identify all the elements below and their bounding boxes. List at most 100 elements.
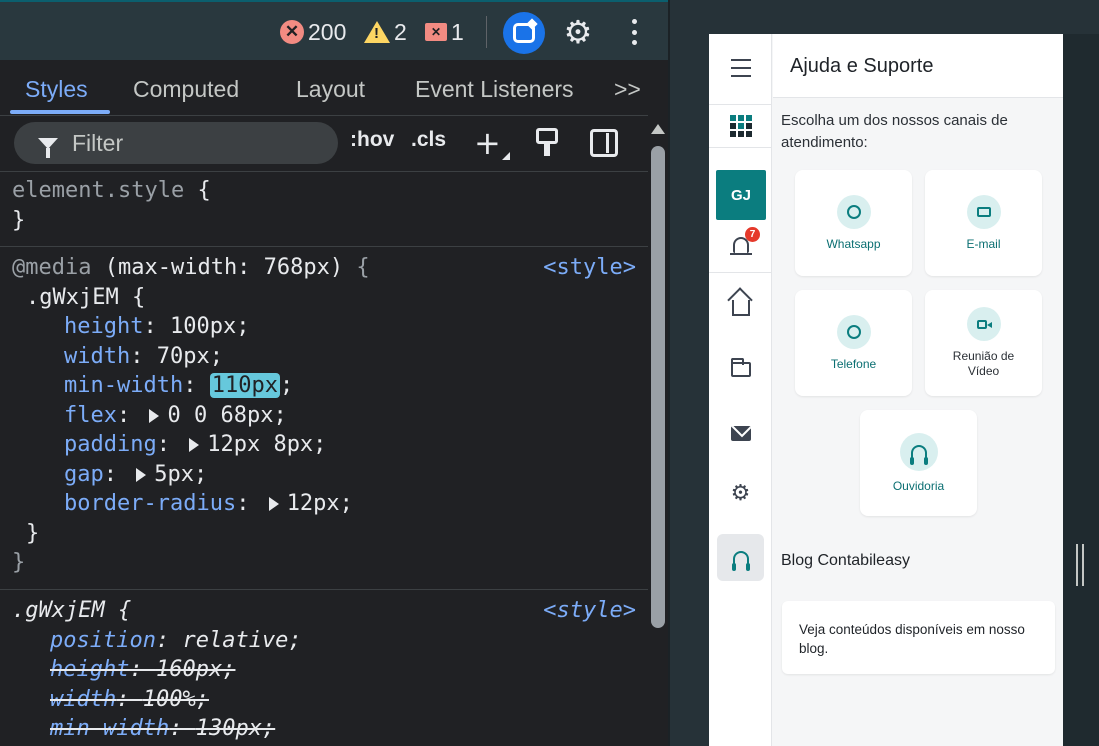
resize-handle[interactable] (1076, 544, 1084, 586)
property-name[interactable]: padding (64, 432, 157, 457)
declaration-row[interactable]: gap: 5px; (12, 460, 648, 490)
settings-gear-icon[interactable]: ⚙ (709, 478, 772, 508)
property-name[interactable]: gap (64, 462, 104, 487)
avatar[interactable]: GJ (716, 170, 766, 220)
devtools-panel: ✕ 200 2 ✕ 1 ⚙ Styles Computed Layout Eve… (0, 0, 668, 746)
channel-label: E-mail (966, 236, 1001, 251)
property-value[interactable]: 160px; (156, 657, 235, 682)
property-name[interactable]: height (50, 657, 129, 682)
property-value[interactable]: relative; (182, 628, 301, 653)
declaration-row[interactable]: min-width: 110px; (12, 371, 648, 401)
ai-assistance-button[interactable] (503, 12, 545, 54)
notification-badge: 7 (745, 227, 760, 242)
tab-styles[interactable]: Styles (25, 60, 88, 116)
property-value[interactable]: 12px 8px; (207, 432, 326, 457)
warnings-counter[interactable]: 2 (364, 16, 407, 48)
channel-card-whatsapp[interactable]: Whatsapp (795, 170, 912, 276)
toggle-sidebar-icon[interactable] (590, 129, 618, 157)
new-style-rule-button[interactable]: + (474, 126, 510, 160)
tab-event-listeners[interactable]: Event Listeners (415, 60, 574, 116)
declaration-row[interactable]: padding: 12px 8px; (12, 430, 648, 460)
brace-close: } (12, 550, 26, 575)
property-value[interactable]: 5px; (154, 462, 207, 487)
notifications-bell-icon[interactable] (709, 230, 772, 260)
expand-triangle-icon[interactable] (149, 408, 160, 423)
filter-funnel-icon (38, 137, 58, 158)
property-value-editing[interactable]: 110px (209, 373, 280, 398)
scrollbar-thumb[interactable] (651, 146, 665, 628)
media-at-keyword: @media (12, 255, 92, 280)
declaration-row-overridden[interactable]: min-width: 130px; (12, 714, 648, 744)
toolbar-divider (486, 16, 487, 48)
expand-triangle-icon[interactable] (136, 467, 147, 482)
property-name[interactable]: height (64, 314, 143, 339)
property-name[interactable]: width (50, 687, 116, 712)
channel-card-video[interactable]: Reunião de Vídeo (925, 290, 1042, 396)
property-value[interactable]: 100px; (170, 314, 249, 339)
hamburger-menu-icon[interactable] (709, 48, 772, 88)
rule-selector[interactable]: .gWxjEM (12, 598, 105, 623)
property-name[interactable]: border-radius (64, 491, 236, 516)
property-value[interactable]: 0 0 68px; (167, 403, 286, 428)
brand-logo-icon[interactable] (709, 104, 772, 148)
style-source-link[interactable]: <style> (543, 596, 636, 626)
tab-computed[interactable]: Computed (133, 60, 239, 116)
email-icon (966, 194, 1001, 229)
style-source-link[interactable]: <style> (543, 253, 636, 283)
folder-icon[interactable] (709, 354, 772, 384)
brace-open: { (356, 255, 370, 280)
channel-card-email[interactable]: E-mail (925, 170, 1042, 276)
blog-section-title: Blog Contabileasy (781, 552, 910, 569)
declaration-row[interactable]: border-radius: 12px; (12, 489, 648, 519)
more-options-icon[interactable] (624, 16, 644, 48)
styles-scrollbar[interactable] (648, 116, 668, 746)
declaration-row[interactable]: height: 100px; (12, 312, 648, 342)
scroll-up-arrow-icon[interactable] (651, 124, 665, 134)
property-name[interactable]: min-width (64, 373, 183, 398)
cls-toggle[interactable]: .cls (411, 128, 446, 152)
property-value[interactable]: 12px; (287, 491, 353, 516)
declaration-row[interactable]: position: relative; (12, 626, 648, 656)
issues-counter[interactable]: ✕ 1 (425, 16, 464, 48)
whatsapp-icon (836, 194, 871, 229)
declaration-row[interactable]: width: 70px; (12, 342, 648, 372)
brace-close: } (12, 207, 26, 233)
styles-toolbar: :hov .cls + (0, 116, 648, 172)
brace-open: { (131, 284, 146, 310)
property-name[interactable]: width (64, 344, 130, 369)
property-name[interactable]: flex (64, 403, 117, 428)
home-icon[interactable] (709, 290, 772, 320)
mail-icon[interactable] (709, 418, 772, 448)
errors-counter[interactable]: ✕ 200 (280, 16, 346, 48)
expand-triangle-icon[interactable] (189, 438, 200, 452)
channel-card-phone[interactable]: Telefone (795, 290, 912, 396)
phone-icon (836, 314, 871, 349)
devtools-topbar: ✕ 200 2 ✕ 1 ⚙ (0, 0, 668, 60)
expand-triangle-icon[interactable] (268, 497, 279, 511)
tab-layout[interactable]: Layout (296, 60, 365, 116)
channel-card-ouvidoria[interactable]: Ouvidoria (860, 410, 977, 516)
property-value[interactable]: 70px; (157, 344, 223, 369)
declaration-row-overridden[interactable]: height: 160px; (12, 655, 648, 685)
headset-icon (899, 432, 938, 471)
property-name[interactable]: min-width (50, 716, 169, 741)
app-sidebar: GJ 7 ⚙ (709, 34, 772, 746)
hov-toggle[interactable]: :hov (350, 128, 394, 152)
declaration-row[interactable]: flex: 0 0 68px; (12, 401, 648, 431)
more-tabs-chevron-icon[interactable]: >> (614, 60, 641, 116)
blog-card[interactable]: Veja conteúdos disponíveis em nosso blog… (782, 601, 1055, 674)
rule-selector[interactable]: .gWxjEM (26, 285, 119, 310)
filter-input[interactable] (72, 129, 292, 157)
support-headset-icon[interactable] (717, 534, 764, 581)
property-value[interactable]: 130px; (196, 716, 275, 741)
error-icon: ✕ (280, 20, 304, 44)
rendering-emulation-paintbrush-icon[interactable] (536, 128, 558, 158)
declaration-row-overridden[interactable]: width: 100%; (12, 685, 648, 715)
brace-open: { (197, 178, 211, 203)
settings-gear-icon[interactable]: ⚙ (561, 14, 595, 50)
filter-box[interactable] (14, 122, 338, 164)
property-value[interactable]: 100%; (143, 687, 209, 712)
property-name[interactable]: position (50, 628, 156, 653)
issue-icon: ✕ (425, 23, 447, 41)
panel-gutter (668, 0, 709, 746)
